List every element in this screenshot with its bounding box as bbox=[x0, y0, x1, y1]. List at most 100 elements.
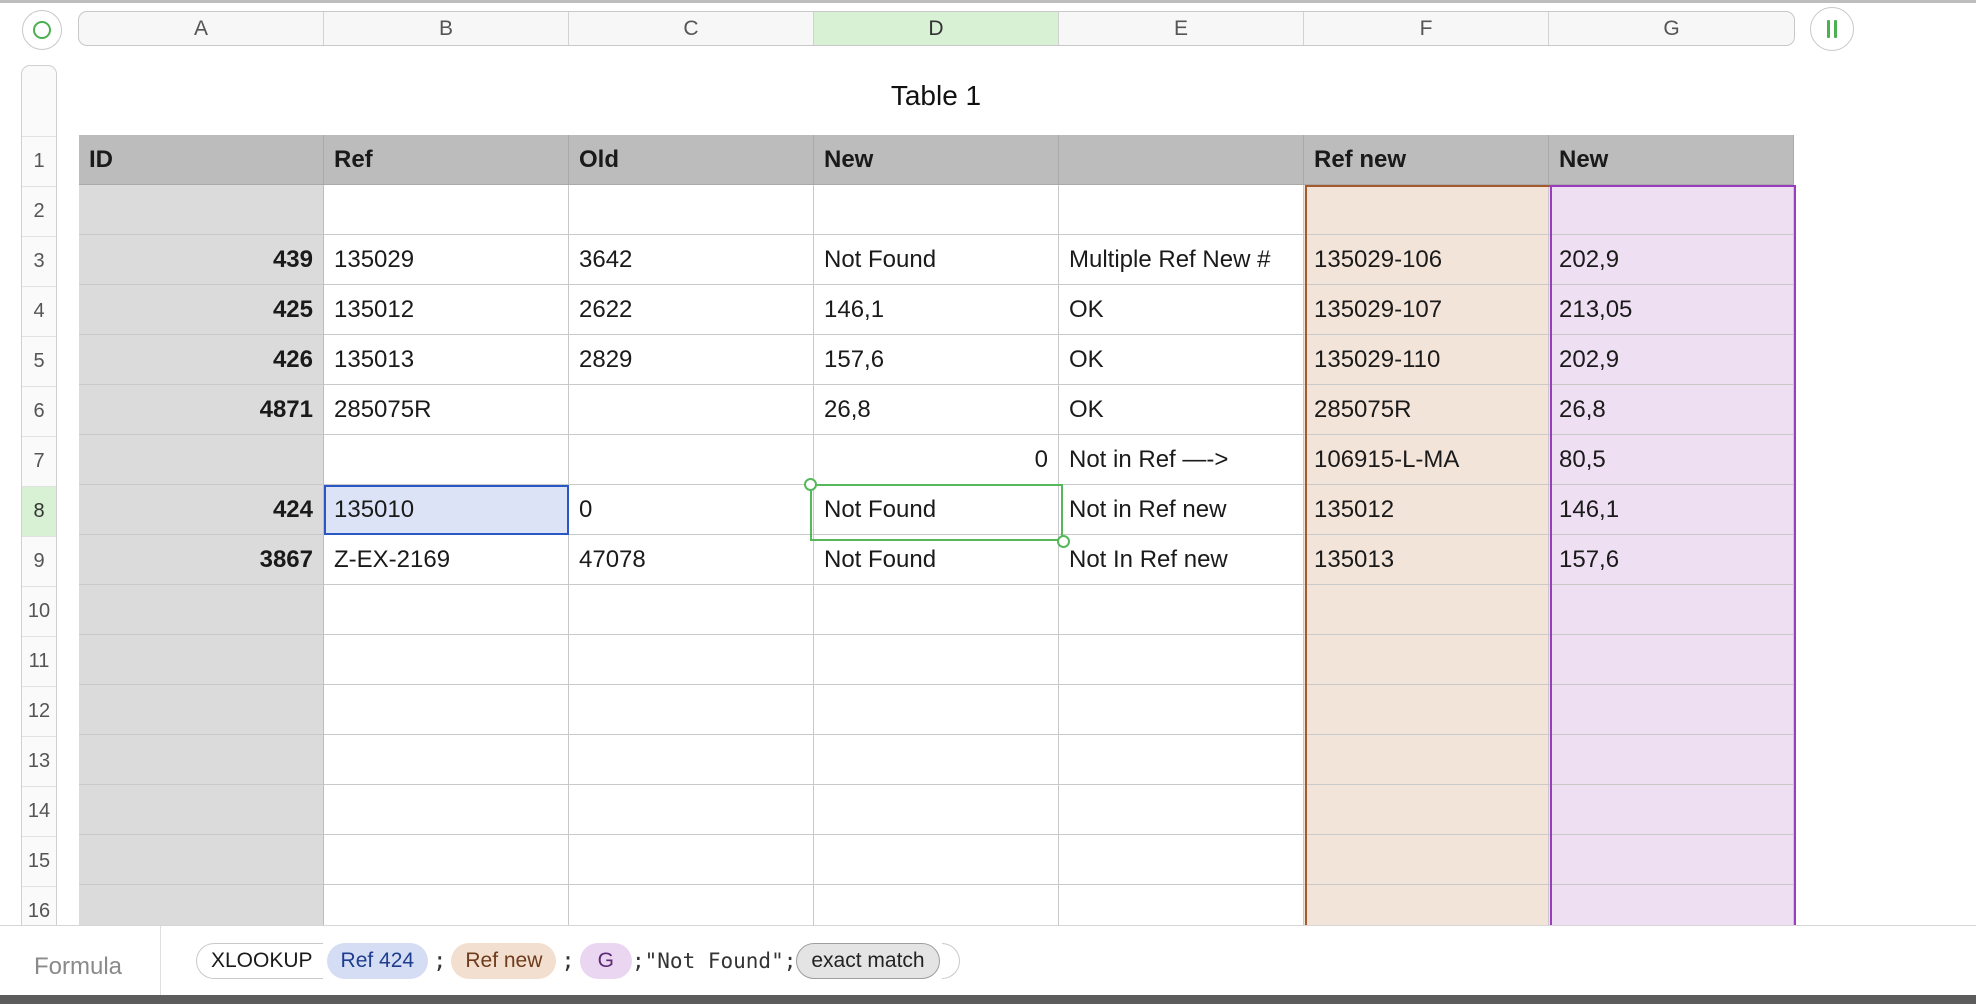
column-header-bar[interactable]: A B C D E F G bbox=[78, 11, 1795, 46]
selection-handle-top-left[interactable] bbox=[804, 478, 817, 491]
cell-f6[interactable]: 285075R bbox=[1304, 385, 1549, 435]
cell-c13[interactable] bbox=[569, 735, 814, 785]
cell-e6[interactable]: OK bbox=[1059, 385, 1304, 435]
cell-g6[interactable]: 26,8 bbox=[1549, 385, 1794, 435]
cell-c10[interactable] bbox=[569, 585, 814, 635]
select-all-button[interactable] bbox=[22, 10, 62, 50]
row-header-13[interactable]: 13 bbox=[22, 736, 56, 786]
cell-d15[interactable] bbox=[814, 835, 1059, 885]
cell-g3[interactable]: 202,9 bbox=[1549, 235, 1794, 285]
cell-b13[interactable] bbox=[324, 735, 569, 785]
cell-f7[interactable]: 106915-L-MA bbox=[1304, 435, 1549, 485]
cell-a5[interactable]: 426 bbox=[79, 335, 324, 385]
row-header-5[interactable]: 5 bbox=[22, 336, 56, 386]
cell-b3[interactable]: 135029 bbox=[324, 235, 569, 285]
cell-c14[interactable] bbox=[569, 785, 814, 835]
column-header-a[interactable]: A bbox=[79, 12, 324, 45]
cell-c7[interactable] bbox=[569, 435, 814, 485]
row-header-3[interactable]: 3 bbox=[22, 236, 56, 286]
column-header-f[interactable]: F bbox=[1304, 12, 1549, 45]
cell-a4[interactable]: 425 bbox=[79, 285, 324, 335]
cell-b4[interactable]: 135012 bbox=[324, 285, 569, 335]
row-header-9[interactable]: 9 bbox=[22, 536, 56, 586]
cell-d1[interactable]: New bbox=[814, 135, 1059, 185]
column-header-d[interactable]: D bbox=[814, 12, 1059, 45]
cell-f11[interactable] bbox=[1304, 635, 1549, 685]
formula-editor[interactable]: XLOOKUP Ref 424 ; Ref new ; G ;"Not Foun… bbox=[196, 942, 960, 980]
cell-e9[interactable]: Not In Ref new bbox=[1059, 535, 1304, 585]
cell-c15[interactable] bbox=[569, 835, 814, 885]
cell-g13[interactable] bbox=[1549, 735, 1794, 785]
cell-a10[interactable] bbox=[79, 585, 324, 635]
freeze-columns-button[interactable] bbox=[1810, 7, 1854, 51]
cell-d13[interactable] bbox=[814, 735, 1059, 785]
cell-a15[interactable] bbox=[79, 835, 324, 885]
formula-arg-g[interactable]: G bbox=[579, 943, 632, 979]
cell-a14[interactable] bbox=[79, 785, 324, 835]
cell-d10[interactable] bbox=[814, 585, 1059, 635]
cell-a8[interactable]: 424 bbox=[79, 485, 324, 535]
cell-d3[interactable]: Not Found bbox=[814, 235, 1059, 285]
cell-c8[interactable]: 0 bbox=[569, 485, 814, 535]
cell-f3[interactable]: 135029-106 bbox=[1304, 235, 1549, 285]
row-header-2[interactable]: 2 bbox=[22, 186, 56, 236]
cell-a1[interactable]: ID bbox=[79, 135, 324, 185]
cell-f15[interactable] bbox=[1304, 835, 1549, 885]
cell-b10[interactable] bbox=[324, 585, 569, 635]
cell-c2[interactable] bbox=[569, 185, 814, 235]
row-header-14[interactable]: 14 bbox=[22, 786, 56, 836]
cell-f9[interactable]: 135013 bbox=[1304, 535, 1549, 585]
row-header-bar[interactable]: 1 2 3 4 5 6 7 8 9 10 11 12 13 14 15 16 bbox=[21, 65, 57, 925]
formula-arg-ref-new[interactable]: Ref new bbox=[451, 943, 557, 979]
cell-f8[interactable]: 135012 bbox=[1304, 485, 1549, 535]
column-header-b[interactable]: B bbox=[324, 12, 569, 45]
cell-a6[interactable]: 4871 bbox=[79, 385, 324, 435]
cell-b2[interactable] bbox=[324, 185, 569, 235]
cell-d7[interactable]: 0 bbox=[814, 435, 1059, 485]
cell-g12[interactable] bbox=[1549, 685, 1794, 735]
cell-e16[interactable] bbox=[1059, 885, 1304, 925]
cell-e10[interactable] bbox=[1059, 585, 1304, 635]
cell-e11[interactable] bbox=[1059, 635, 1304, 685]
cell-f2[interactable] bbox=[1304, 185, 1549, 235]
cell-c3[interactable]: 3642 bbox=[569, 235, 814, 285]
cell-c16[interactable] bbox=[569, 885, 814, 925]
cell-e3[interactable]: Multiple Ref New # bbox=[1059, 235, 1304, 285]
cell-g5[interactable]: 202,9 bbox=[1549, 335, 1794, 385]
cell-f14[interactable] bbox=[1304, 785, 1549, 835]
cell-e2[interactable] bbox=[1059, 185, 1304, 235]
cell-g4[interactable]: 213,05 bbox=[1549, 285, 1794, 335]
row-header-6[interactable]: 6 bbox=[22, 386, 56, 436]
cell-g9[interactable]: 157,6 bbox=[1549, 535, 1794, 585]
cell-d6[interactable]: 26,8 bbox=[814, 385, 1059, 435]
cell-e15[interactable] bbox=[1059, 835, 1304, 885]
row-header-7[interactable]: 7 bbox=[22, 436, 56, 486]
cell-e12[interactable] bbox=[1059, 685, 1304, 735]
cell-d9[interactable]: Not Found bbox=[814, 535, 1059, 585]
row-header-15[interactable]: 15 bbox=[22, 836, 56, 886]
cell-d12[interactable] bbox=[814, 685, 1059, 735]
cell-e7[interactable]: Not in Ref —-> bbox=[1059, 435, 1304, 485]
cell-a13[interactable] bbox=[79, 735, 324, 785]
row-header-8[interactable]: 8 bbox=[22, 486, 56, 536]
cell-f16[interactable] bbox=[1304, 885, 1549, 925]
cell-g7[interactable]: 80,5 bbox=[1549, 435, 1794, 485]
cell-g8[interactable]: 146,1 bbox=[1549, 485, 1794, 535]
cell-g2[interactable] bbox=[1549, 185, 1794, 235]
cell-b12[interactable] bbox=[324, 685, 569, 735]
cell-d16[interactable] bbox=[814, 885, 1059, 925]
cell-b9[interactable]: Z-EX-2169 bbox=[324, 535, 569, 585]
cell-c12[interactable] bbox=[569, 685, 814, 735]
cell-a3[interactable]: 439 bbox=[79, 235, 324, 285]
cell-b7[interactable] bbox=[324, 435, 569, 485]
cell-g16[interactable] bbox=[1549, 885, 1794, 925]
cell-c4[interactable]: 2622 bbox=[569, 285, 814, 335]
table-title[interactable]: Table 1 bbox=[816, 80, 1056, 112]
cell-d2[interactable] bbox=[814, 185, 1059, 235]
column-header-e[interactable]: E bbox=[1059, 12, 1304, 45]
formula-arg-ref-424[interactable]: Ref 424 bbox=[326, 943, 429, 979]
cell-e4[interactable]: OK bbox=[1059, 285, 1304, 335]
cell-a7[interactable] bbox=[79, 435, 324, 485]
cell-f5[interactable]: 135029-110 bbox=[1304, 335, 1549, 385]
cell-a9[interactable]: 3867 bbox=[79, 535, 324, 585]
